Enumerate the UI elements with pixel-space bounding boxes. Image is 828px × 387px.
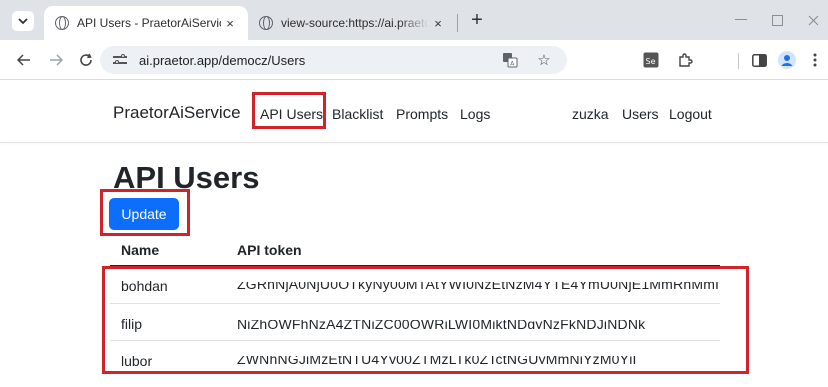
nav-blacklist[interactable]: Blacklist [332,106,383,122]
current-user: zuzka [572,106,609,122]
column-header-api-token: API token [237,242,302,258]
update-highlight-box [100,189,190,236]
url-text[interactable]: ai.praetor.app/democz/Users [139,53,305,68]
globe-icon [55,16,69,30]
translate-icon[interactable]: A [502,52,518,68]
reload-icon[interactable] [76,50,96,70]
selenium-extension-icon[interactable]: Se [642,51,660,69]
api-users-highlight-box [252,92,326,129]
minimize-icon[interactable] [726,8,756,32]
close-window-icon[interactable] [798,8,828,32]
nav-logout[interactable]: Logout [669,106,712,122]
side-panel-icon[interactable] [750,51,768,69]
back-icon[interactable] [14,50,34,70]
globe-icon [259,16,273,30]
profile-avatar-icon[interactable] [778,51,796,69]
browser-tab-strip: API Users - PraetorAiService × view-sour… [0,0,828,40]
site-info-icon[interactable] [113,53,129,67]
tab-search-icon[interactable] [12,11,34,31]
app-navbar: PraetorAiService API Users Blacklist Pro… [0,81,828,143]
browser-toolbar: ai.praetor.app/democz/Users A ☆ Se [0,40,828,80]
browser-menu-icon[interactable] [806,51,824,69]
tab-title: view-source:https://ai.praetor.app [281,16,429,30]
svg-text:Se: Se [646,57,656,66]
bookmark-star-icon[interactable]: ☆ [536,52,552,69]
close-icon[interactable]: × [221,14,239,32]
tab-view-source[interactable]: view-source:https://ai.praetor.app × [248,6,456,40]
maximize-icon[interactable] [762,8,792,32]
tab-title: API Users - PraetorAiService [77,16,221,30]
extensions-puzzle-icon[interactable] [676,51,694,69]
forward-icon[interactable] [46,50,66,70]
nav-users[interactable]: Users [622,106,659,122]
address-bar[interactable]: ai.praetor.app/democz/Users A ☆ [100,46,567,74]
column-header-name: Name [121,242,160,258]
nav-logs[interactable]: Logs [460,106,490,122]
nav-prompts[interactable]: Prompts [396,106,448,122]
brand-link[interactable]: PraetorAiService [113,103,241,123]
tab-api-users[interactable]: API Users - PraetorAiService × [44,6,248,40]
toolbar-divider [738,53,739,69]
close-icon[interactable]: × [429,14,447,32]
tab-divider [457,14,458,32]
new-tab-button[interactable]: + [466,9,488,31]
table-highlight-box [102,266,749,374]
